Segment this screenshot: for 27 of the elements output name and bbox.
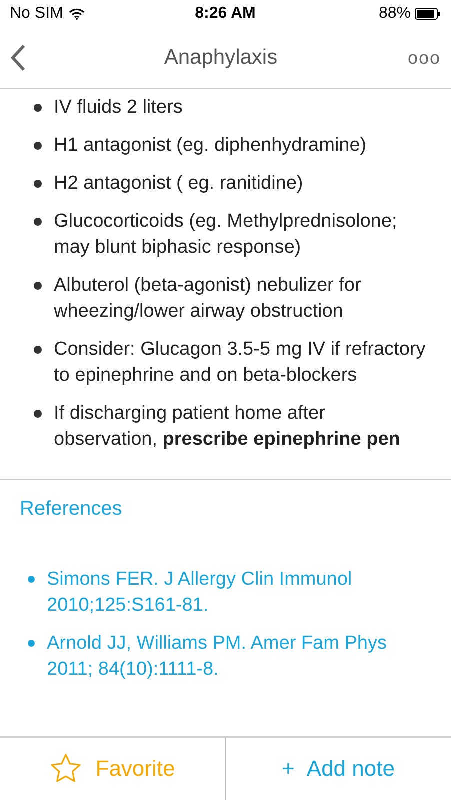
bullet-icon [34, 346, 42, 354]
list-item-text: IV fluids 2 liters [54, 96, 183, 120]
page-title: Anaphylaxis [163, 46, 279, 70]
reference-link[interactable]: Simons FER. J Allergy Clin Immunol 2010;125:S161-81. [47, 567, 431, 619]
battery-icon [414, 8, 441, 20]
bullet-icon [34, 104, 42, 112]
bullet-icon [34, 142, 42, 150]
more-button[interactable]: ooo [408, 48, 441, 68]
wifi-icon [69, 8, 86, 20]
bullet-icon [28, 576, 35, 583]
list-item-text: Albuterol (beta-agonist) nebulizer for wheezing/lower airway obstruction [54, 274, 362, 324]
list-item-text: H1 antagonist (eg. diphenhydramine) [54, 134, 367, 158]
list-item-text: Consider: Glucagon 3.5-5 mg IV if refractory to epinephrine and on beta-blockers [54, 338, 427, 388]
bullet-icon [28, 640, 35, 647]
references-heading: References [19, 497, 124, 521]
battery-percent: 88% [378, 5, 411, 23]
star-icon [50, 753, 82, 785]
list-item-text: H2 antagonist ( eg. ranitidine) [54, 172, 304, 196]
list-item-text: If discharging patient home after observation, prescribe epinephrine pen [54, 402, 402, 452]
clock-text: 8:26 AM [195, 5, 256, 23]
bullet-icon [34, 282, 42, 290]
bullet-icon [34, 218, 42, 226]
list-item-text: Glucocorticoids (eg. Methylprednisolone; may blunt biphasic response) [54, 210, 398, 260]
reference-link[interactable]: Arnold JJ, Williams PM. Amer Fam Phys 2011; 84(10):1111-8. [47, 631, 431, 683]
carrier-text: No SIM [10, 5, 64, 23]
bullet-icon [34, 410, 42, 418]
bullet-icon [34, 180, 42, 188]
